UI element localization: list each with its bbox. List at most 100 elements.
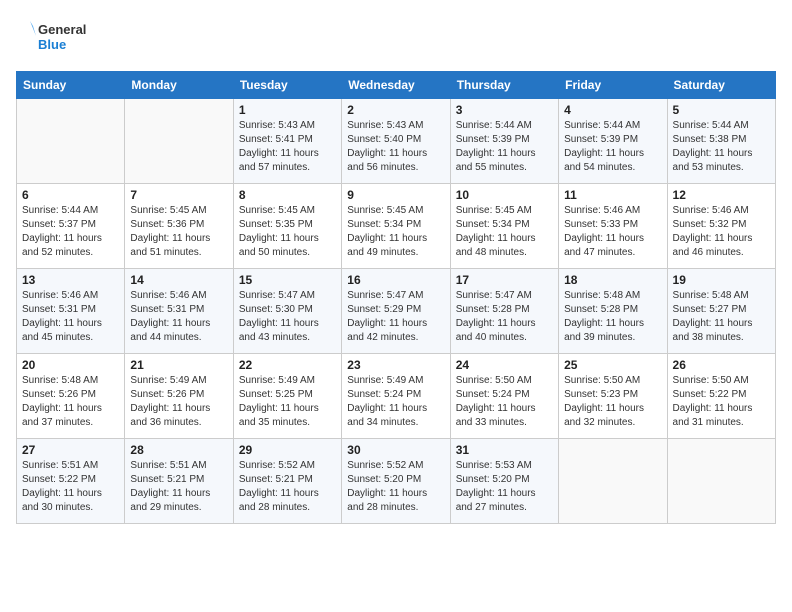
calendar-cell [17,99,125,184]
day-number: 27 [22,443,119,457]
day-number: 26 [673,358,770,372]
day-number: 17 [456,273,553,287]
calendar-week-row: 1Sunrise: 5:43 AMSunset: 5:41 PMDaylight… [17,99,776,184]
weekday-header: Saturday [667,72,775,99]
day-number: 25 [564,358,661,372]
calendar-cell: 13 Sunrise: 5:46 AMSunset: 5:31 PMDayligh… [17,269,125,354]
weekday-header: Monday [125,72,233,99]
calendar-cell: 25 Sunrise: 5:50 AMSunset: 5:23 PMDayligh… [559,354,667,439]
day-info: Sunrise: 5:47 AMSunset: 5:29 PMDaylight:… [347,289,444,345]
calendar-cell: 18 Sunrise: 5:48 AMSunset: 5:28 PMDayligh… [559,269,667,354]
calendar-cell: 29 Sunrise: 5:52 AMSunset: 5:21 PMDayligh… [233,439,341,524]
day-info: Sunrise: 5:49 AMSunset: 5:24 PMDaylight:… [347,374,444,430]
day-info: Sunrise: 5:49 AMSunset: 5:25 PMDaylight:… [239,374,336,430]
day-info: Sunrise: 5:47 AMSunset: 5:30 PMDaylight:… [239,289,336,345]
day-number: 29 [239,443,336,457]
calendar-cell: 19Sunrise: 5:48 AMSunset: 5:27 PMDayligh… [667,269,775,354]
calendar-cell: 16 Sunrise: 5:47 AMSunset: 5:29 PMDayligh… [342,269,450,354]
day-info: Sunrise: 5:44 AMSunset: 5:38 PMDaylight:… [673,119,770,175]
day-number: 3 [456,103,553,117]
day-info: Sunrise: 5:48 AMSunset: 5:27 PMDaylight:… [673,289,770,345]
calendar-cell: 6 Sunrise: 5:44 AMSunset: 5:37 PMDaylight… [17,184,125,269]
calendar-week-row: 20 Sunrise: 5:48 AMSunset: 5:26 PMDayligh… [17,354,776,439]
day-number: 16 [347,273,444,287]
calendar-cell: 30Sunrise: 5:52 AMSunset: 5:20 PMDayligh… [342,439,450,524]
day-number: 20 [22,358,119,372]
day-info: Sunrise: 5:48 AMSunset: 5:26 PMDaylight:… [22,374,119,430]
weekday-header: Thursday [450,72,558,99]
calendar-cell [667,439,775,524]
day-info: Sunrise: 5:46 AMSunset: 5:31 PMDaylight:… [130,289,227,345]
weekday-header: Wednesday [342,72,450,99]
weekday-header: Friday [559,72,667,99]
day-info: Sunrise: 5:52 AMSunset: 5:21 PMDaylight:… [239,459,336,515]
logo: General Blue [16,16,96,61]
day-info: Sunrise: 5:45 AMSunset: 5:36 PMDaylight:… [130,204,227,260]
weekday-header: Tuesday [233,72,341,99]
calendar-cell: 12 Sunrise: 5:46 AMSunset: 5:32 PMDayligh… [667,184,775,269]
calendar-cell: 28 Sunrise: 5:51 AMSunset: 5:21 PMDayligh… [125,439,233,524]
calendar-cell: 1Sunrise: 5:43 AMSunset: 5:41 PMDaylight… [233,99,341,184]
day-number: 5 [673,103,770,117]
day-number: 21 [130,358,227,372]
weekday-header-row: SundayMondayTuesdayWednesdayThursdayFrid… [17,72,776,99]
calendar-cell: 8 Sunrise: 5:45 AMSunset: 5:35 PMDaylight… [233,184,341,269]
day-info: Sunrise: 5:51 AMSunset: 5:21 PMDaylight:… [130,459,227,515]
calendar-cell: 5 Sunrise: 5:44 AMSunset: 5:38 PMDaylight… [667,99,775,184]
day-info: Sunrise: 5:46 AMSunset: 5:31 PMDaylight:… [22,289,119,345]
day-info: Sunrise: 5:48 AMSunset: 5:28 PMDaylight:… [564,289,661,345]
logo-svg: General Blue [16,16,96,61]
day-number: 28 [130,443,227,457]
day-info: Sunrise: 5:44 AMSunset: 5:39 PMDaylight:… [456,119,553,175]
day-number: 7 [130,188,227,202]
calendar-week-row: 27 Sunrise: 5:51 AMSunset: 5:22 PMDayligh… [17,439,776,524]
day-number: 6 [22,188,119,202]
day-number: 30 [347,443,444,457]
calendar-cell [559,439,667,524]
calendar-cell: 22 Sunrise: 5:49 AMSunset: 5:25 PMDayligh… [233,354,341,439]
calendar-table: SundayMondayTuesdayWednesdayThursdayFrid… [16,71,776,524]
day-info: Sunrise: 5:51 AMSunset: 5:22 PMDaylight:… [22,459,119,515]
day-number: 14 [130,273,227,287]
calendar-cell: 14 Sunrise: 5:46 AMSunset: 5:31 PMDayligh… [125,269,233,354]
calendar-cell [125,99,233,184]
day-info: Sunrise: 5:45 AMSunset: 5:35 PMDaylight:… [239,204,336,260]
day-number: 12 [673,188,770,202]
day-info: Sunrise: 5:43 AMSunset: 5:40 PMDaylight:… [347,119,444,175]
day-number: 2 [347,103,444,117]
day-info: Sunrise: 5:50 AMSunset: 5:23 PMDaylight:… [564,374,661,430]
calendar-cell: 9Sunrise: 5:45 AMSunset: 5:34 PMDaylight… [342,184,450,269]
calendar-cell: 2 Sunrise: 5:43 AMSunset: 5:40 PMDaylight… [342,99,450,184]
calendar-cell: 4Sunrise: 5:44 AMSunset: 5:39 PMDaylight… [559,99,667,184]
calendar-cell: 17Sunrise: 5:47 AMSunset: 5:28 PMDayligh… [450,269,558,354]
calendar-cell: 15 Sunrise: 5:47 AMSunset: 5:30 PMDayligh… [233,269,341,354]
day-number: 10 [456,188,553,202]
day-info: Sunrise: 5:53 AMSunset: 5:20 PMDaylight:… [456,459,553,515]
day-info: Sunrise: 5:44 AMSunset: 5:37 PMDaylight:… [22,204,119,260]
day-number: 24 [456,358,553,372]
calendar-cell: 24Sunrise: 5:50 AMSunset: 5:24 PMDayligh… [450,354,558,439]
calendar-cell: 31Sunrise: 5:53 AMSunset: 5:20 PMDayligh… [450,439,558,524]
calendar-week-row: 13 Sunrise: 5:46 AMSunset: 5:31 PMDayligh… [17,269,776,354]
day-number: 4 [564,103,661,117]
day-number: 23 [347,358,444,372]
day-info: Sunrise: 5:50 AMSunset: 5:22 PMDaylight:… [673,374,770,430]
day-number: 11 [564,188,661,202]
day-number: 1 [239,103,336,117]
svg-text:Blue: Blue [38,37,66,52]
day-info: Sunrise: 5:46 AMSunset: 5:32 PMDaylight:… [673,204,770,260]
day-number: 22 [239,358,336,372]
calendar-cell: 10Sunrise: 5:45 AMSunset: 5:34 PMDayligh… [450,184,558,269]
calendar-cell: 7 Sunrise: 5:45 AMSunset: 5:36 PMDaylight… [125,184,233,269]
weekday-header: Sunday [17,72,125,99]
calendar-cell: 21Sunrise: 5:49 AMSunset: 5:26 PMDayligh… [125,354,233,439]
calendar-cell: 11 Sunrise: 5:46 AMSunset: 5:33 PMDayligh… [559,184,667,269]
calendar-cell: 3 Sunrise: 5:44 AMSunset: 5:39 PMDaylight… [450,99,558,184]
day-info: Sunrise: 5:45 AMSunset: 5:34 PMDaylight:… [347,204,444,260]
day-number: 15 [239,273,336,287]
day-number: 8 [239,188,336,202]
page-header: General Blue [16,16,776,61]
day-number: 13 [22,273,119,287]
day-info: Sunrise: 5:46 AMSunset: 5:33 PMDaylight:… [564,204,661,260]
day-number: 18 [564,273,661,287]
